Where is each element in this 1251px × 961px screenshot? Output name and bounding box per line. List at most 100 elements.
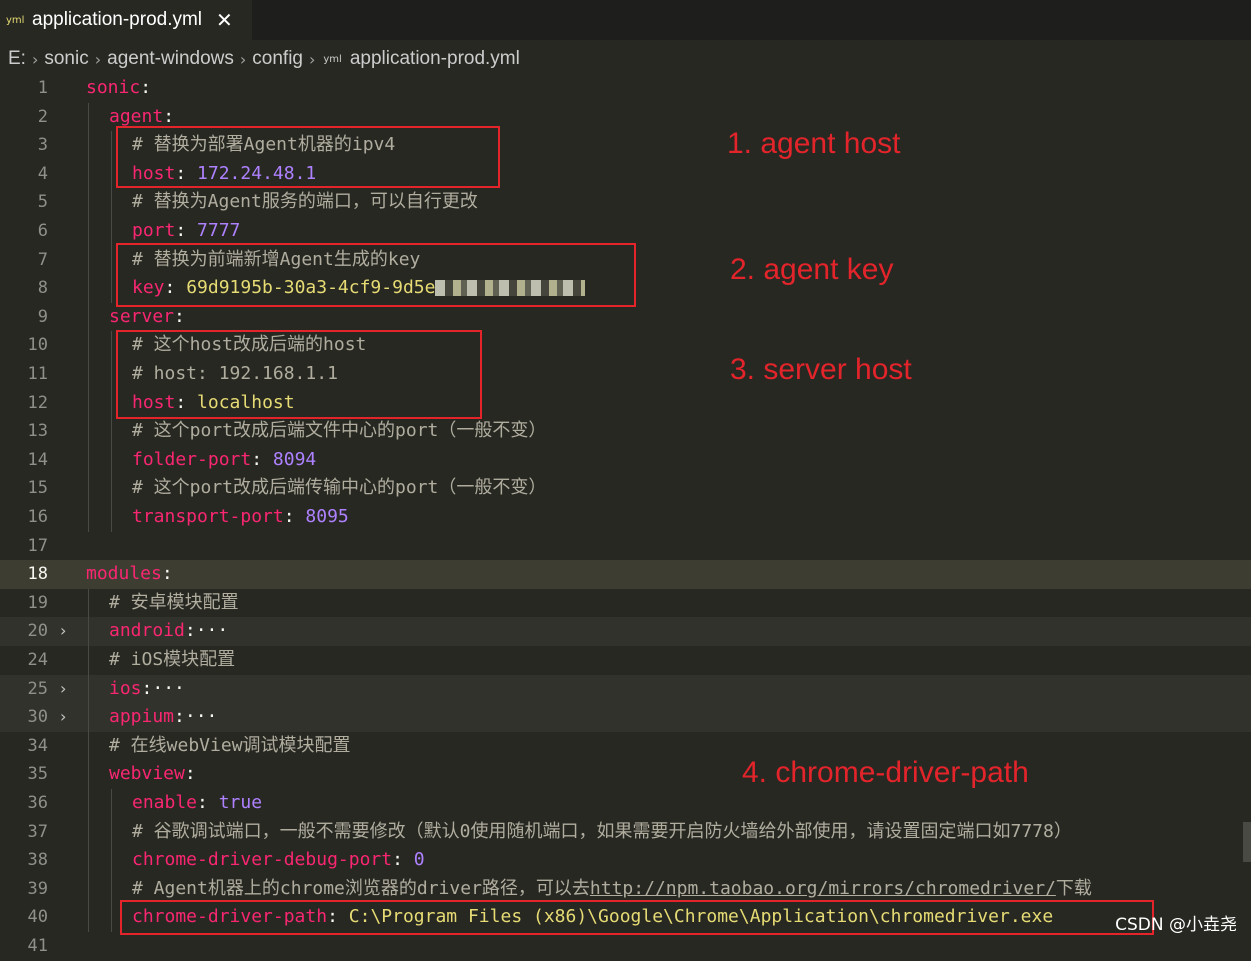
code-line[interactable]: 15 # 这个port改成后端传输中心的port（一般不变）: [0, 474, 1251, 503]
code-text: enable: true: [132, 789, 262, 818]
breadcrumb-drive[interactable]: E:: [8, 48, 26, 70]
line-number: 5: [0, 188, 48, 217]
fold-chevron-icon[interactable]: ›: [60, 617, 66, 646]
indent-guide: [111, 446, 112, 475]
indent-guide: [88, 818, 89, 847]
code-line[interactable]: 1sonic:: [0, 74, 1251, 103]
comment-link[interactable]: http://npm.taobao.org/mirrors/chromedriv…: [590, 878, 1056, 899]
indent-guide: [88, 789, 89, 818]
code-line[interactable]: 41: [0, 932, 1251, 961]
code-line[interactable]: 5# 替换为Agent服务的端口，可以自行更改: [0, 188, 1251, 217]
breadcrumb-file[interactable]: application-prod.yml: [350, 48, 520, 70]
code-editor[interactable]: 1sonic:2agent:3# 替换为部署Agent机器的ipv44host:…: [0, 74, 1251, 941]
indent-guide: [111, 188, 112, 217]
indent-guide: [88, 103, 89, 132]
line-number: 10: [0, 331, 48, 360]
code-line[interactable]: 37# 谷歌调试端口，一般不需要修改（默认0使用随机端口，如果需要开启防火墙给外…: [0, 818, 1251, 847]
scrollbar-marker[interactable]: [1243, 822, 1251, 862]
code-text: port: 7777: [132, 217, 240, 246]
code-text: folder-port: 8094: [132, 446, 316, 475]
tab-application-prod-yml[interactable]: yml application-prod.yml ✕: [0, 0, 252, 40]
code-line[interactable]: 13# 这个port改成后端文件中心的port（一般不变）: [0, 417, 1251, 446]
yaml-token: 8094: [273, 449, 316, 470]
code-line[interactable]: 18modules:: [0, 560, 1251, 589]
indent-guide: [111, 217, 112, 246]
fold-chevron-icon[interactable]: ›: [60, 703, 66, 732]
line-number: 36: [0, 789, 48, 818]
indent-guide: [88, 703, 89, 732]
indent-guide: [111, 903, 112, 932]
line-number: 40: [0, 903, 48, 932]
code-line[interactable]: 38chrome-driver-debug-port: 0: [0, 846, 1251, 875]
indent-guide: [88, 617, 89, 646]
indent-guide: [88, 389, 89, 418]
line-number: 4: [0, 160, 48, 189]
yaml-key: sonic: [86, 77, 140, 98]
indent-guide: [111, 818, 112, 847]
code-line[interactable]: 25›ios:···: [0, 675, 1251, 704]
code-line[interactable]: 19# 安卓模块配置: [0, 589, 1251, 618]
indent-guide: [88, 188, 89, 217]
yaml-comment: # 安卓模块配置: [109, 592, 239, 613]
line-number: 3: [0, 131, 48, 160]
indent-guide: [111, 474, 112, 503]
line-number: 13: [0, 417, 48, 446]
code-line[interactable]: 14folder-port: 8094: [0, 446, 1251, 475]
line-number: 7: [0, 246, 48, 275]
close-icon[interactable]: ✕: [216, 8, 233, 32]
indent-guide: [88, 446, 89, 475]
indent-guide: [88, 331, 89, 360]
yaml-token: 8095: [305, 506, 348, 527]
code-line[interactable]: 34# 在线webView调试模块配置: [0, 732, 1251, 761]
tab-bar: yml application-prod.yml ✕: [0, 0, 1251, 40]
indent-guide: [88, 503, 89, 532]
line-number: 8: [0, 274, 48, 303]
indent-guide: [111, 274, 112, 303]
chevron-right-icon: ›: [309, 50, 315, 69]
breadcrumb-config[interactable]: config: [252, 48, 303, 70]
annotation-box-chrome-driver-path: [120, 900, 1154, 935]
yaml-key: appium: [109, 706, 174, 727]
indent-guide: [88, 131, 89, 160]
yaml-token: :: [284, 506, 306, 527]
yaml-token: ···: [152, 678, 185, 699]
yaml-key: chrome-driver-debug-port: [132, 849, 392, 870]
code-line[interactable]: 30›appium:···: [0, 703, 1251, 732]
indent-guide: [88, 875, 89, 904]
indent-guide: [88, 160, 89, 189]
line-number: 34: [0, 732, 48, 761]
line-number: 15: [0, 474, 48, 503]
code-line[interactable]: 16transport-port: 8095: [0, 503, 1251, 532]
yaml-comment: # 这个port改成后端传输中心的port（一般不变）: [132, 477, 546, 498]
code-line[interactable]: 17: [0, 532, 1251, 561]
code-line[interactable]: 36 enable: true: [0, 789, 1251, 818]
code-line[interactable]: 35webview:: [0, 760, 1251, 789]
indent-guide: [88, 274, 89, 303]
annotation-label-agent-host: 1. agent host: [727, 127, 900, 161]
yaml-key: server: [109, 306, 174, 327]
indent-guide: [88, 589, 89, 618]
annotation-label-server-host: 3. server host: [730, 353, 912, 387]
code-text: # iOS模块配置: [109, 646, 235, 675]
code-line[interactable]: 9server:: [0, 303, 1251, 332]
yaml-token: 0: [414, 849, 425, 870]
code-line[interactable]: 24# iOS模块配置: [0, 646, 1251, 675]
breadcrumb-sonic[interactable]: sonic: [44, 48, 88, 70]
code-text: # 这个port改成后端传输中心的port（一般不变）: [132, 474, 546, 503]
code-line[interactable]: 6port: 7777: [0, 217, 1251, 246]
yaml-token: :: [185, 763, 196, 784]
annotation-label-chrome-driver-path: 4. chrome-driver-path: [742, 756, 1029, 790]
breadcrumb-agent-windows[interactable]: agent-windows: [107, 48, 234, 70]
line-number: 38: [0, 846, 48, 875]
indent-guide: [88, 903, 89, 932]
indent-guide: [111, 846, 112, 875]
tab-label: application-prod.yml: [32, 9, 202, 31]
code-line[interactable]: 20›android:···: [0, 617, 1251, 646]
fold-chevron-icon[interactable]: ›: [60, 675, 66, 704]
yaml-token: :: [175, 220, 197, 241]
yaml-key: modules: [86, 563, 162, 584]
line-number: 35: [0, 760, 48, 789]
indent-guide: [88, 303, 89, 332]
indent-guide: [88, 360, 89, 389]
yaml-file-icon: yml: [323, 54, 341, 65]
